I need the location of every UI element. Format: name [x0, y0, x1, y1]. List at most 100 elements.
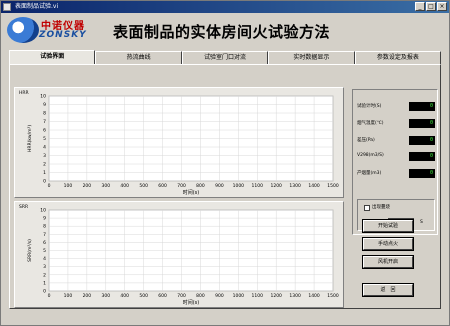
x-axis-label: 时间(s) — [183, 299, 200, 306]
readout-value: 0 — [409, 152, 435, 161]
y-tick-label: 0 — [43, 289, 46, 295]
readout-label: 烟气温度(℃) — [357, 121, 384, 126]
x-tick-label: 0 — [48, 183, 51, 189]
minimize-button[interactable]: _ — [415, 2, 425, 11]
hrr-chart: 0 100 200 300 400 500 600 700 800 900 1000 1100 1200… — [27, 94, 339, 197]
x-tick-label: 1400 — [308, 183, 320, 189]
tab-bar: 试验界面 热流曲线 试验室门口对流 实时数据显示 参数设定及报表 — [9, 50, 442, 64]
x-tick-label: 1300 — [289, 293, 301, 299]
y-tick-label: 5 — [43, 248, 46, 254]
x-tick-label: 800 — [196, 183, 205, 189]
x-tick-label: 1200 — [270, 183, 282, 189]
x-tick-label: 900 — [215, 293, 224, 299]
y-tick-label: 3 — [43, 153, 46, 159]
srr-chart: 0 100 200 300 400 500 600 700 800 900 1000 1100 1200… — [27, 208, 339, 307]
tab-heat-flux-curve[interactable]: 热流曲线 — [95, 51, 182, 64]
readout-smoke-production: 产烟量(m3) 0 — [357, 169, 437, 179]
readout-label: 产烟量(m3) — [357, 171, 382, 176]
maximize-button[interactable]: □ — [426, 2, 436, 11]
x-tick-label: 200 — [83, 293, 92, 299]
y-tick-label: 3 — [43, 264, 46, 270]
x-tick-label: 1000 — [233, 183, 245, 189]
y-tick-label: 8 — [43, 224, 46, 230]
readout-panel: 试验计时(S) 0 烟气温度(℃) 0 差压(Pa) 0 V298(m3/S) … — [352, 89, 438, 235]
srr-chart-frame: SRR 0 100 200 300 400 500 600 700 800 900 1000 1100… — [14, 201, 344, 308]
readout-value: 0 — [409, 136, 435, 145]
readout-label: V298(m3/S) — [357, 153, 384, 158]
x-tick-label: 1500 — [327, 293, 339, 299]
x-tick-label: 1300 — [289, 183, 301, 189]
page-title: 表面制品的实体房间火试验方法 — [113, 23, 331, 41]
x-tick-label: 400 — [120, 293, 129, 299]
readout-smoke-temp: 烟气温度(℃) 0 — [357, 119, 437, 129]
hrr-chart-title: HRR — [19, 91, 29, 96]
y-tick-label: 6 — [43, 240, 46, 246]
y-axis-label: HRR(kw/m²) — [27, 125, 33, 152]
company-logo: 中诺仪器 ZONSKY — [7, 15, 107, 45]
y-tick-label: 0 — [43, 179, 46, 185]
logo-text-en: ZONSKY — [39, 30, 87, 40]
hrr-chart-frame: HRR 0 100 200 300 400 500 600 700 800 900 1000 1100… — [14, 87, 344, 198]
x-tick-label: 700 — [177, 183, 186, 189]
y-tick-label: 4 — [43, 145, 46, 151]
x-tick-label: 600 — [158, 183, 167, 189]
app-icon — [3, 3, 11, 11]
y-tick-label: 5 — [43, 136, 46, 142]
readout-v298: V298(m3/S) 0 — [357, 152, 437, 162]
tab-test-interface[interactable]: 试验界面 — [9, 50, 96, 64]
x-axis-label: 时间(s) — [183, 189, 200, 196]
x-tick-label: 500 — [139, 293, 148, 299]
x-tick-label: 600 — [158, 293, 167, 299]
flame-spread-time-unit: S — [420, 220, 423, 225]
y-tick-label: 4 — [43, 256, 46, 262]
y-tick-label: 1 — [43, 170, 46, 176]
x-tick-label: 100 — [64, 183, 73, 189]
manual-ignite-button[interactable]: 手动点火 — [362, 237, 414, 251]
readout-diff-pressure: 差压(Pa) 0 — [357, 136, 437, 146]
x-tick-label: 1200 — [270, 293, 282, 299]
x-tick-label: 300 — [102, 183, 111, 189]
y-tick-label: 8 — [43, 111, 46, 117]
close-button[interactable]: × — [437, 2, 447, 11]
y-tick-label: 2 — [43, 162, 46, 168]
y-tick-label: 7 — [43, 119, 46, 125]
y-tick-label: 7 — [43, 232, 46, 238]
srr-chart-title: SRR — [19, 205, 29, 210]
x-tick-label: 800 — [196, 293, 205, 299]
title-bar: 表面制品试验.vi _ □ × — [1, 1, 449, 13]
x-tick-label: 200 — [83, 183, 92, 189]
x-tick-label: 1400 — [308, 293, 320, 299]
x-tick-label: 1100 — [252, 183, 264, 189]
flame-spread-checkbox-label: 出现蔓烧 — [372, 205, 390, 210]
flame-spread-checkbox[interactable] — [364, 205, 370, 211]
readout-label: 试验计时(S) — [357, 104, 382, 109]
window-controls: _ □ × — [415, 2, 447, 11]
y-tick-label: 6 — [43, 128, 46, 134]
y-tick-label: 9 — [43, 216, 46, 222]
readout-value: 0 — [409, 102, 435, 111]
tab-realtime-data[interactable]: 实时数据显示 — [268, 51, 355, 64]
back-button[interactable]: 返 回 — [362, 283, 414, 297]
y-tick-label: 10 — [40, 94, 46, 100]
readout-value: 0 — [409, 169, 435, 178]
fan-on-button[interactable]: 风机开启 — [362, 255, 414, 269]
x-tick-label: 900 — [215, 183, 224, 189]
x-tick-label: 300 — [102, 293, 111, 299]
logo-emblem-icon — [7, 17, 39, 43]
x-tick-label: 400 — [120, 183, 129, 189]
window-title: 表面制品试验.vi — [15, 3, 59, 10]
x-tick-label: 1500 — [327, 183, 339, 189]
y-tick-label: 9 — [43, 102, 46, 108]
readout-test-time: 试验计时(S) 0 — [357, 102, 437, 112]
y-axis-label: SRR(m²/s) — [27, 239, 33, 262]
x-tick-label: 100 — [64, 293, 73, 299]
x-tick-label: 500 — [139, 183, 148, 189]
tab-parameters-report[interactable]: 参数设定及报表 — [354, 51, 442, 64]
x-tick-label: 1000 — [233, 293, 245, 299]
readout-value: 0 — [409, 119, 435, 128]
x-tick-label: 1100 — [252, 293, 264, 299]
start-test-button[interactable]: 开始试验 — [362, 219, 414, 233]
main-window: 表面制品试验.vi _ □ × 中诺仪器 ZONSKY 表面制品的实体房间火试验… — [0, 0, 450, 326]
x-tick-label: 0 — [48, 293, 51, 299]
tab-doorway-convection[interactable]: 试验室门口对流 — [181, 51, 269, 64]
